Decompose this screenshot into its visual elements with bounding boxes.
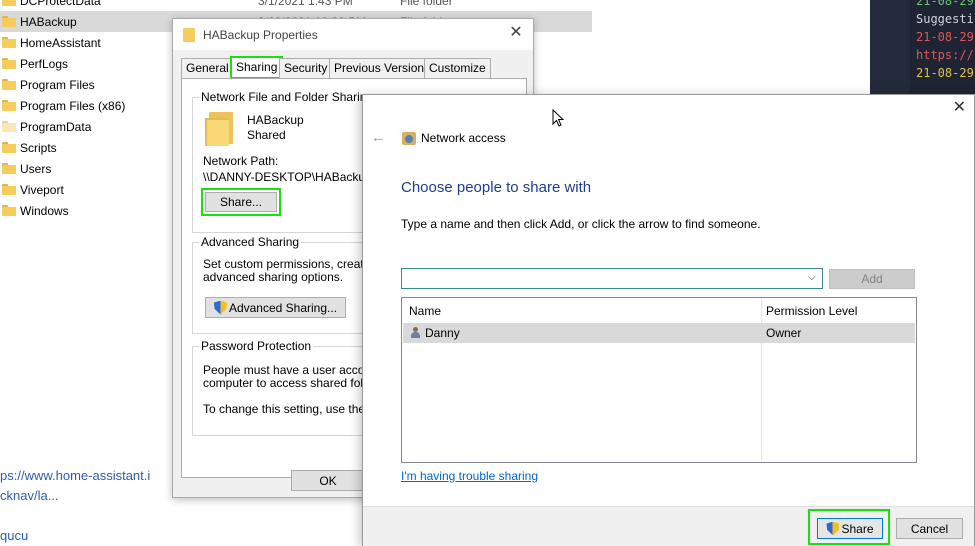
user-icon: [411, 327, 420, 338]
file-name: HomeAssistant: [20, 35, 101, 50]
file-name: Users: [20, 161, 52, 176]
tab-previous-versions[interactable]: Previous Versions: [329, 58, 436, 78]
share-button[interactable]: Share...: [201, 188, 281, 216]
people-list-header: Name Permission Level: [402, 298, 916, 322]
folder-icon: [2, 184, 16, 195]
folder-icon: [2, 121, 16, 132]
editor-line: 21-08-29: [916, 66, 974, 80]
folder-icon: [2, 205, 16, 216]
advanced-sharing-group-label: Advanced Sharing: [199, 235, 302, 249]
advanced-sharing-button[interactable]: Advanced Sharing...: [205, 297, 346, 318]
ok-button[interactable]: OK: [291, 470, 365, 491]
editor-gutter: [870, 0, 910, 100]
folder-icon: [2, 142, 16, 153]
folder-icon: [2, 0, 16, 6]
network-path-value: \\DANNY-DESKTOP\HABackup: [203, 170, 372, 184]
folder-icon: [2, 58, 16, 69]
folder-icon: [2, 37, 16, 48]
folder-icon: [2, 163, 16, 174]
editor-line: https://: [916, 48, 974, 62]
password-protection-text-2: computer to access shared folders: [203, 376, 387, 390]
column-header-permission[interactable]: Permission Level: [766, 304, 857, 318]
tab-security[interactable]: Security: [279, 58, 333, 78]
folder-icon: [2, 100, 16, 111]
properties-titlebar: HABackup Properties ✕: [173, 19, 533, 50]
editor-line: Suggestic: [916, 12, 975, 26]
close-icon[interactable]: ✕: [953, 97, 966, 117]
uac-shield-icon: [214, 301, 227, 315]
share-confirm-button-label: Share: [841, 521, 874, 536]
list-item[interactable]: DCProtectData 3/1/2021 1:43 PM File folder: [0, 0, 592, 11]
network-access-dialog: ✕ ← Network access Choose people to shar…: [362, 94, 975, 546]
list-item[interactable]: Danny Owner: [403, 323, 915, 343]
file-name: DCProtectData: [20, 0, 101, 8]
code-editor-panel: 21-08-29 Suggestic 21-08-29 https:// 21-08-2…: [870, 0, 975, 100]
tab-customize[interactable]: Customize: [424, 58, 491, 78]
uac-shield-icon: [826, 522, 839, 536]
file-name: ProgramData: [20, 119, 92, 134]
folder-icon: [183, 27, 195, 42]
password-protection-text-3: To change this setting, use the Ne: [203, 402, 384, 416]
file-name: PerfLogs: [20, 56, 69, 71]
tab-sharing[interactable]: Sharing: [230, 56, 284, 79]
file-name: Program Files: [20, 77, 95, 92]
file-name: Viveport: [20, 182, 64, 197]
editor-line: 21-08-29: [916, 30, 974, 44]
network-people-icon: [402, 132, 416, 145]
file-name: HABackup: [20, 14, 77, 29]
file-name: Program Files (x86): [20, 98, 126, 113]
folder-icon: [2, 16, 16, 27]
list-item-permission[interactable]: Owner: [766, 326, 801, 340]
background-link-1[interactable]: ps://www.home-assistant.i: [0, 468, 150, 483]
advanced-sharing-button-label: Advanced Sharing...: [228, 300, 338, 315]
properties-title: HABackup Properties: [203, 27, 318, 42]
password-protection-text-1: People must have a user account: [203, 363, 382, 377]
add-button[interactable]: Add: [829, 269, 915, 289]
background-link-2[interactable]: cknav/la...: [0, 488, 59, 503]
dialog-footer: Share Cancel: [363, 506, 974, 546]
network-path-label: Network Path:: [203, 154, 279, 168]
file-name: Scripts: [20, 140, 57, 155]
back-arrow-icon[interactable]: ←: [371, 129, 386, 146]
people-list: Name Permission Level Danny Owner: [401, 297, 917, 463]
instruction-text: Type a name and then click Add, or click…: [401, 217, 761, 231]
password-protection-text-3-prefix: To change this setting, use the: [203, 402, 369, 416]
trouble-sharing-link[interactable]: I'm having trouble sharing: [401, 469, 538, 483]
file-name: Windows: [20, 203, 69, 218]
tab-general[interactable]: General: [181, 58, 234, 78]
background-link-3[interactable]: qucu: [0, 528, 28, 543]
mouse-cursor-icon: [552, 109, 564, 127]
folder-icon: [2, 79, 16, 90]
shared-folder-name: HABackup: [247, 113, 304, 127]
advanced-sharing-text-2: advanced sharing options.: [203, 270, 344, 284]
shared-folder-status: Shared: [247, 128, 286, 142]
close-icon[interactable]: ✕: [507, 24, 525, 42]
page-title: Choose people to share with: [401, 179, 592, 196]
file-date: 3/1/2021 1:43 PM: [258, 0, 353, 8]
shared-folder-icon: [205, 112, 235, 146]
people-combobox[interactable]: ⌵: [401, 268, 823, 289]
network-sharing-group-label: Network File and Folder Sharing: [199, 90, 376, 104]
password-protection-group-label: Password Protection: [199, 339, 314, 353]
share-confirm-button[interactable]: Share: [817, 518, 883, 539]
list-item-name: Danny: [425, 326, 460, 340]
cancel-button[interactable]: Cancel: [896, 518, 963, 539]
editor-line: 21-08-29: [916, 0, 974, 8]
file-type: File folder: [400, 0, 453, 8]
column-header-name[interactable]: Name: [409, 304, 441, 318]
chevron-down-icon[interactable]: ⌵: [808, 272, 818, 283]
network-access-caption: Network access: [421, 131, 506, 145]
